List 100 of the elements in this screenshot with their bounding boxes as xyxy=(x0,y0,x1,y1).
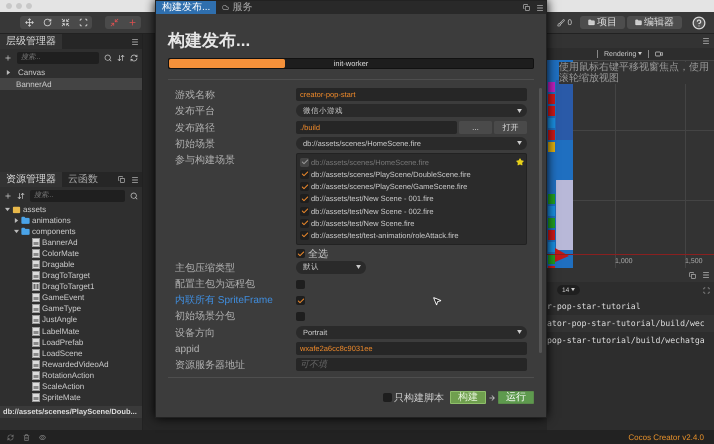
menu-icon[interactable] xyxy=(536,4,544,12)
menu-icon[interactable] xyxy=(131,176,139,184)
collapsed-caret-icon[interactable] xyxy=(14,218,19,224)
checkbox[interactable] xyxy=(300,194,309,204)
tree-item[interactable]: LabelMate xyxy=(0,326,142,337)
add-icon[interactable] xyxy=(4,192,12,200)
menu-icon[interactable] xyxy=(702,37,710,45)
caret-icon xyxy=(638,52,642,56)
field-label: 游戏名称 xyxy=(175,88,216,103)
checkbox[interactable] xyxy=(300,230,309,240)
node-item[interactable]: Canvas xyxy=(0,66,142,78)
field-label: 主包压缩类型 xyxy=(175,262,236,276)
tree-item[interactable]: assets xyxy=(0,204,142,216)
typescript-file-icon xyxy=(32,382,40,391)
panel-tab[interactable]: 资源管理器 xyxy=(0,172,62,187)
dialog-tab[interactable]: 服务 xyxy=(216,1,258,14)
tree-item[interactable]: ColorMate xyxy=(0,248,142,260)
dialog-tab[interactable]: 构建发布... xyxy=(156,1,216,14)
caret-icon xyxy=(517,108,522,113)
field-label: 资源服务器地址 xyxy=(175,358,246,374)
refresh-icon[interactable] xyxy=(130,54,138,62)
checkbox[interactable] xyxy=(300,206,309,216)
tree-item[interactable]: RewardedVideoAd xyxy=(0,358,142,370)
checkbox[interactable] xyxy=(296,296,305,306)
folder-icon xyxy=(21,227,30,236)
menu-icon[interactable] xyxy=(131,38,139,46)
dialog-title: 构建发布... xyxy=(166,30,252,52)
camera-icon[interactable] xyxy=(655,50,664,58)
brush-icon xyxy=(556,18,565,26)
expanded-caret-icon[interactable] xyxy=(14,229,19,234)
trash-icon[interactable] xyxy=(23,434,30,440)
tree-item[interactable]: ScaleAction xyxy=(0,380,142,392)
checkbox[interactable] xyxy=(300,218,309,228)
caret-icon xyxy=(356,265,361,269)
checkbox[interactable] xyxy=(296,249,305,258)
checkbox[interactable] xyxy=(296,312,305,322)
popout-icon[interactable] xyxy=(523,4,530,11)
typescript-file-icon xyxy=(32,293,40,302)
typescript-file-icon xyxy=(32,370,40,380)
tree-item[interactable]: BannerAd xyxy=(0,237,142,248)
add-icon[interactable] xyxy=(4,54,12,62)
tree-item[interactable]: GameType xyxy=(0,303,142,314)
tree-item[interactable]: RotationAction xyxy=(0,370,142,381)
expanded-caret-icon[interactable] xyxy=(5,207,10,212)
refresh-icon[interactable] xyxy=(7,434,14,440)
cursor-icon xyxy=(432,296,442,306)
popout-icon[interactable] xyxy=(118,176,125,183)
typescript-file-icon xyxy=(32,360,40,369)
tree-item[interactable]: SpriteMate xyxy=(0,392,142,403)
path-button[interactable]: ... xyxy=(459,120,492,134)
node-item[interactable]: BannerAd xyxy=(0,78,142,90)
field-label: 参与构建场景 xyxy=(175,154,236,168)
sort-icon[interactable] xyxy=(17,192,25,200)
caret-icon xyxy=(517,330,522,334)
checkbox[interactable] xyxy=(383,393,392,402)
plus-icon xyxy=(128,18,136,27)
checkbox[interactable] xyxy=(300,170,309,179)
panel-tab[interactable]: 云函数 xyxy=(62,172,104,187)
help-icon[interactable] xyxy=(692,16,706,30)
text-field[interactable]: 可不填 xyxy=(296,358,527,372)
console-line: pop-star-tutorial/build/wechatga xyxy=(547,334,706,347)
field-label: 内联所有 SpriteFrame xyxy=(175,294,274,308)
select-all-label: 全选 xyxy=(308,248,328,260)
popout-icon[interactable] xyxy=(689,272,696,278)
tree-item[interactable]: components xyxy=(0,226,142,238)
hint-text: 使用鼠标右键平移视窗焦点，使用滚轮缩放视图 xyxy=(559,62,709,84)
collapsed-caret-icon[interactable] xyxy=(6,70,11,74)
typescript-file-icon xyxy=(32,260,40,270)
tree-item[interactable]: DragToTarget1 xyxy=(0,281,142,292)
eye-icon[interactable] xyxy=(39,434,46,440)
tree-item[interactable]: animations xyxy=(0,215,142,226)
field-label: 发布路径 xyxy=(175,122,216,136)
menu-icon[interactable] xyxy=(702,271,710,279)
arrow-icon xyxy=(488,394,496,402)
typescript-file-icon xyxy=(32,338,40,347)
caret-icon xyxy=(571,288,576,292)
typescript-file-icon xyxy=(32,304,40,314)
field-label: 初始场景 xyxy=(175,138,216,152)
tree-item[interactable]: LoadPrefab xyxy=(0,336,142,348)
search-icon[interactable] xyxy=(130,192,138,200)
hierarchy-tab[interactable]: 层级管理器 xyxy=(0,34,62,49)
caret-icon xyxy=(517,141,522,146)
search-icon[interactable] xyxy=(104,54,112,62)
typescript-file-icon xyxy=(32,271,40,280)
field-label: 设备方向 xyxy=(175,326,216,341)
checkbox[interactable] xyxy=(300,182,309,192)
checkbox[interactable] xyxy=(296,280,305,289)
folder-button[interactable]: 编辑器 xyxy=(627,16,682,29)
typescript-file-icon xyxy=(32,392,40,402)
typescript-file-icon xyxy=(32,326,40,336)
folder-icon xyxy=(588,19,595,26)
folder-button[interactable]: 项目 xyxy=(580,16,625,29)
tree-item[interactable]: Dragable xyxy=(0,259,142,270)
tree-item[interactable]: DragToTarget xyxy=(0,270,142,282)
folder-icon xyxy=(21,216,30,226)
tree-item[interactable]: LoadScene xyxy=(0,348,142,359)
tree-item[interactable]: GameEvent xyxy=(0,292,142,304)
path-button[interactable]: 打开 xyxy=(494,120,527,134)
tree-item[interactable]: JustAngle xyxy=(0,314,142,326)
move-icon xyxy=(24,18,34,27)
